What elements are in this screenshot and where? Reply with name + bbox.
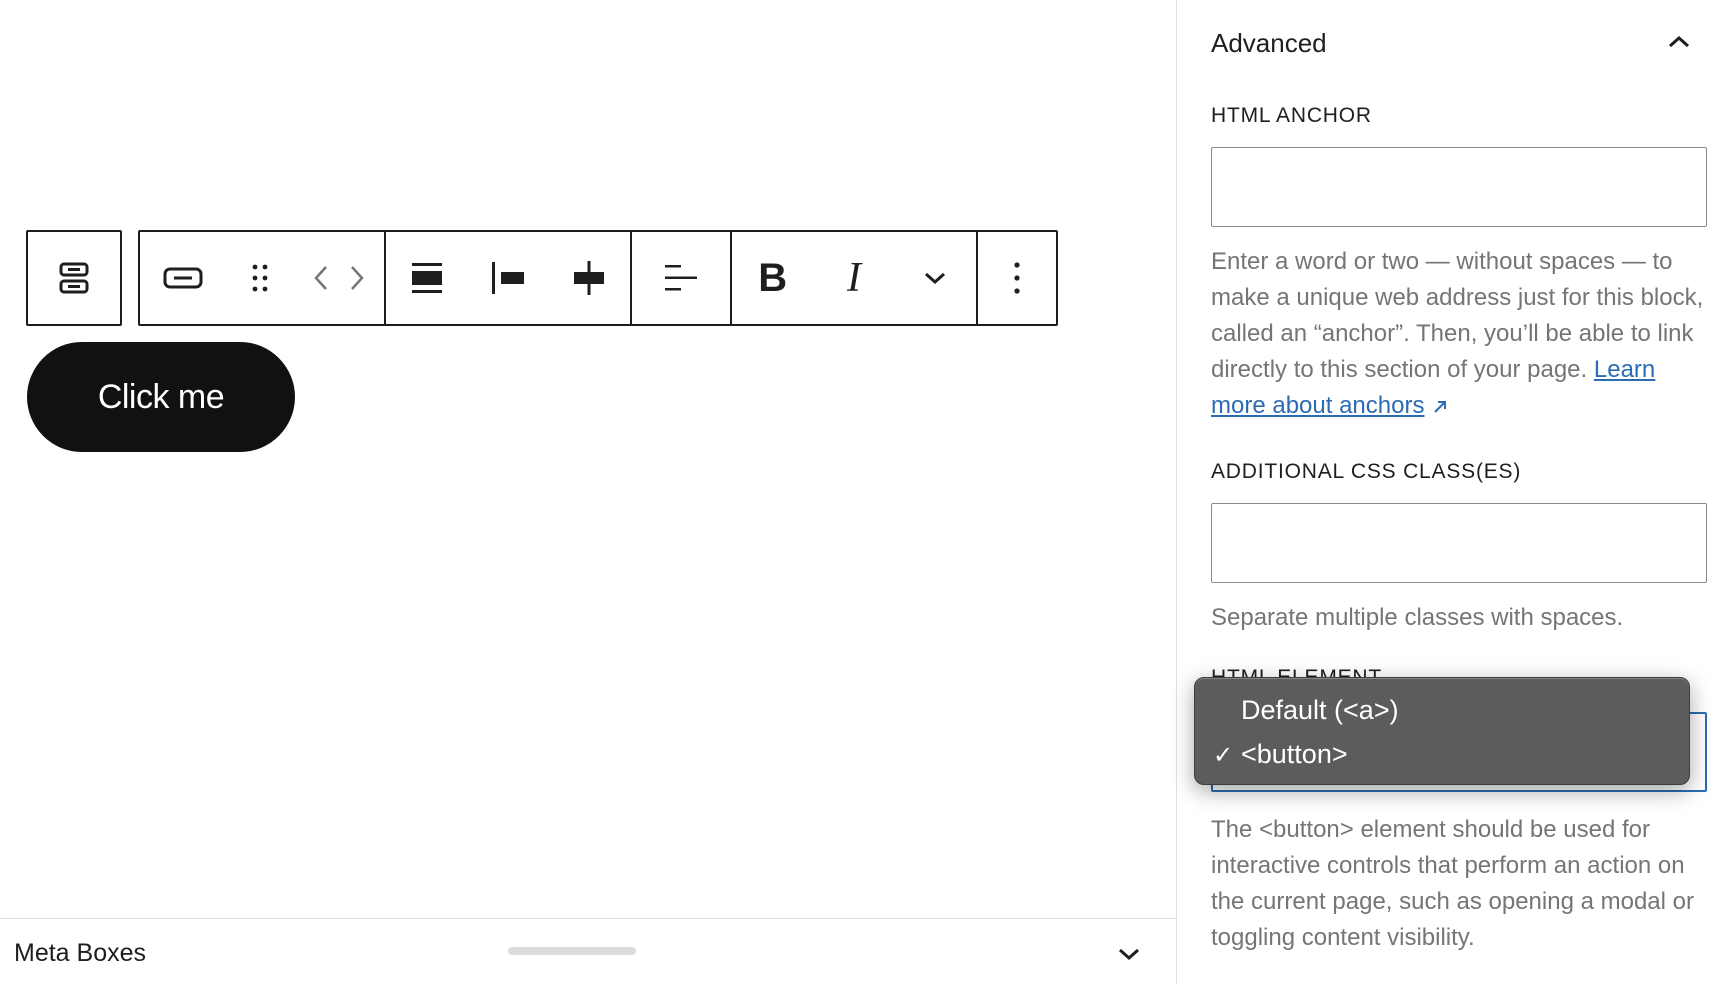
select-parent-block-button[interactable] — [28, 232, 120, 324]
text-align-section — [632, 232, 732, 324]
align-none-button[interactable] — [396, 242, 458, 314]
dropdown-option-label: <button> — [1241, 738, 1348, 769]
chevron-left-icon — [314, 266, 327, 290]
bold-icon: B — [758, 256, 788, 300]
italic-icon: I — [846, 255, 861, 301]
more-vertical-icon — [1014, 262, 1020, 294]
move-right-button[interactable] — [342, 242, 372, 314]
drag-handle[interactable] — [238, 242, 282, 314]
external-link-icon — [1434, 400, 1447, 413]
move-left-button[interactable] — [306, 242, 336, 314]
html-anchor-label: HTML ANCHOR — [1211, 104, 1372, 127]
more-formatting-button[interactable] — [904, 242, 966, 314]
button-block-icon — [163, 267, 203, 289]
move-buttons — [306, 242, 372, 314]
click-me-button-block[interactable]: Click me — [27, 342, 295, 452]
block-toolbar: B I — [26, 230, 1058, 326]
bold-button[interactable]: B — [742, 242, 804, 314]
block-type-button[interactable] — [152, 242, 214, 314]
justify-center-icon — [574, 261, 605, 295]
dropdown-option-label: Default (<a>) — [1241, 694, 1399, 725]
dropdown-option-button[interactable]: ✓ <button> — [1195, 732, 1689, 776]
checkmark-icon: ✓ — [1213, 742, 1234, 769]
block-toolbar-main: B I — [138, 230, 1058, 326]
align-none-icon — [411, 263, 442, 293]
advanced-panel-title[interactable]: Advanced — [1211, 28, 1327, 59]
css-classes-input[interactable] — [1211, 503, 1707, 583]
meta-boxes-title: Meta Boxes — [14, 939, 147, 967]
chevron-down-icon — [925, 272, 946, 285]
chevron-down-icon — [1119, 948, 1139, 961]
alignment-section — [386, 232, 632, 324]
meta-boxes-toggle-button[interactable] — [1112, 937, 1146, 971]
editor-canvas[interactable]: B I Click me Meta Boxes — [0, 0, 1176, 984]
html-element-help: The <button> element should be used for … — [1211, 816, 1694, 951]
html-anchor-input[interactable] — [1211, 147, 1707, 227]
dropdown-option-default-a[interactable]: Default (<a>) — [1195, 688, 1689, 732]
italic-button[interactable]: I — [823, 242, 885, 314]
drag-handle-icon — [252, 264, 268, 292]
chevron-up-icon — [1669, 35, 1689, 48]
buttons-block-icon — [59, 262, 89, 294]
formatting-section: B I — [732, 232, 978, 324]
advanced-panel-toggle-button[interactable] — [1661, 24, 1697, 60]
meta-boxes-bar: Meta Boxes — [0, 918, 1176, 984]
block-switcher-section — [140, 232, 386, 324]
text-align-button[interactable] — [650, 242, 712, 314]
html-element-dropdown-menu: Default (<a>) ✓ <button> — [1194, 677, 1690, 785]
justify-left-icon — [491, 262, 524, 294]
chevron-right-icon — [351, 266, 364, 290]
settings-sidebar: Advanced HTML ANCHOR Enter a word or two… — [1176, 0, 1734, 984]
block-options-button[interactable] — [986, 242, 1048, 314]
align-left-icon — [665, 265, 697, 291]
css-classes-help: Separate multiple classes with spaces. — [1211, 604, 1624, 631]
meta-boxes-resize-handle[interactable] — [508, 947, 636, 955]
parent-block-group — [26, 230, 122, 326]
html-anchor-help: Enter a word or two — without spaces — t… — [1211, 244, 1711, 424]
justify-left-button[interactable] — [477, 242, 539, 314]
options-section — [978, 232, 1056, 324]
css-classes-label: ADDITIONAL CSS CLASS(ES) — [1211, 460, 1522, 483]
editor-window: B I Click me Meta Boxes Advanced HTML AN… — [0, 0, 1734, 984]
justify-center-button[interactable] — [558, 242, 620, 314]
